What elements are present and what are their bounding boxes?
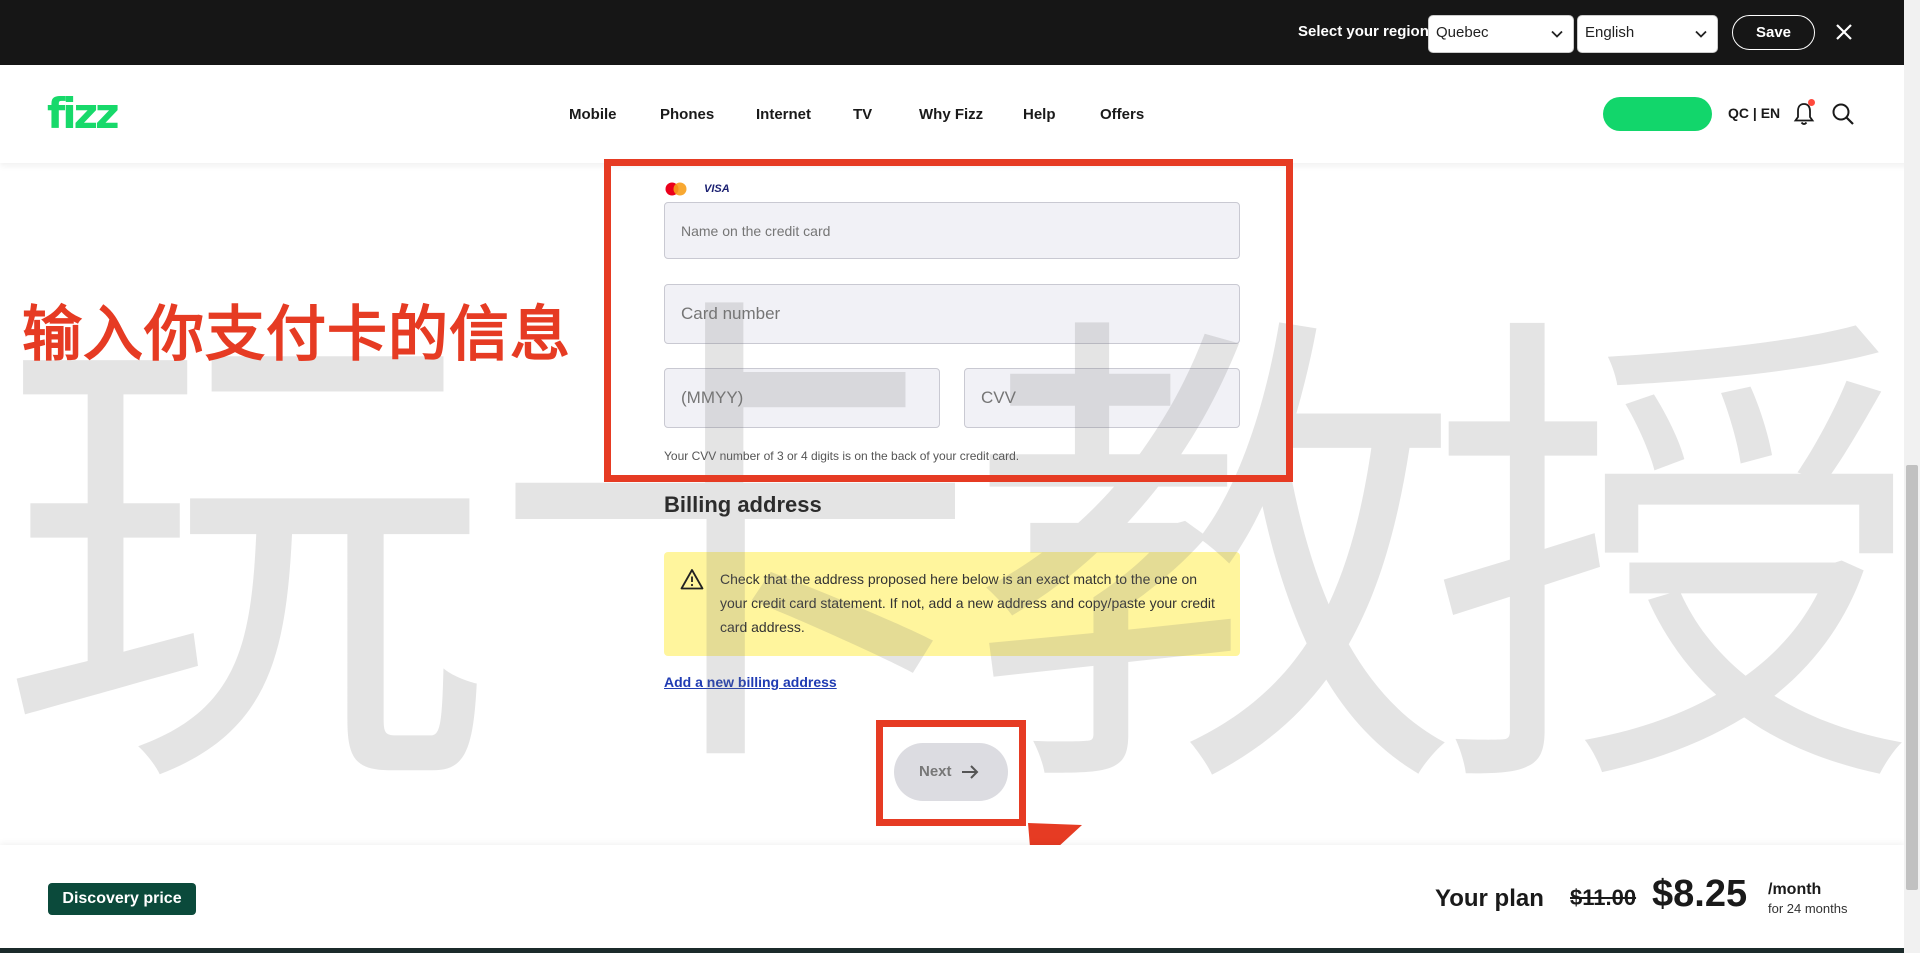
- notification-dot: [1808, 99, 1815, 106]
- plan-summary-bar: Discovery price Your plan $11.00 $8.25 /…: [0, 845, 1904, 953]
- region-label: Select your region: [1298, 23, 1429, 40]
- visa-icon: VISA: [704, 183, 730, 195]
- bottom-strip: [0, 948, 1904, 953]
- fizz-logo[interactable]: fizz: [47, 93, 120, 135]
- nav-offers[interactable]: Offers: [1100, 106, 1144, 123]
- new-price: $8.25: [1652, 873, 1748, 915]
- name-on-card-input[interactable]: [664, 202, 1240, 259]
- cvv-hint: Your CVV number of 3 or 4 digits is on t…: [664, 449, 1020, 463]
- plan-label: Your plan: [1435, 885, 1544, 912]
- region-language-toggle[interactable]: QC | EN: [1728, 105, 1780, 121]
- main-nav: fizz Mobile Phones Internet TV Why Fizz …: [0, 65, 1920, 163]
- watermark-char: 授: [1430, 279, 1920, 850]
- account-button[interactable]: [1603, 97, 1712, 131]
- save-region-button[interactable]: Save: [1732, 15, 1815, 50]
- scrollbar-thumb[interactable]: [1906, 465, 1918, 890]
- billing-notice-text: Check that the address proposed here bel…: [720, 571, 1215, 635]
- mastercard-icon: [665, 182, 687, 196]
- chevron-down-icon: [1695, 30, 1707, 38]
- billing-notice: Check that the address proposed here bel…: [664, 552, 1240, 656]
- discovery-price-badge: Discovery price: [48, 883, 196, 915]
- region-select[interactable]: Quebec: [1428, 15, 1574, 53]
- close-icon[interactable]: [1832, 20, 1856, 44]
- old-price: $11.00: [1570, 885, 1637, 910]
- price-term: for 24 months: [1768, 901, 1848, 916]
- annotation-text: 输入你支付卡的信息: [22, 300, 571, 370]
- warning-icon: [680, 569, 704, 590]
- arrow-right-icon: [962, 765, 979, 779]
- nav-tv[interactable]: TV: [853, 106, 872, 123]
- nav-why-fizz[interactable]: Why Fizz: [919, 106, 983, 123]
- nav-mobile[interactable]: Mobile: [569, 106, 617, 123]
- region-bar: Select your region Quebec English Save: [0, 0, 1920, 65]
- region-select-value: Quebec: [1436, 24, 1489, 41]
- nav-phones[interactable]: Phones: [660, 106, 714, 123]
- language-select[interactable]: English: [1577, 15, 1718, 53]
- watermark-char: 玩: [0, 279, 490, 850]
- next-button-label: Next: [919, 763, 952, 780]
- search-icon[interactable]: [1831, 102, 1855, 126]
- next-button[interactable]: Next: [894, 743, 1008, 801]
- add-billing-address-link[interactable]: Add a new billing address: [664, 674, 837, 690]
- billing-address-title: Billing address: [664, 492, 822, 517]
- cvv-input[interactable]: [964, 368, 1240, 428]
- nav-help[interactable]: Help: [1023, 106, 1056, 123]
- expiry-input[interactable]: [664, 368, 940, 428]
- price-period: /month: [1768, 881, 1822, 898]
- nav-internet[interactable]: Internet: [756, 106, 811, 123]
- language-select-value: English: [1585, 24, 1635, 41]
- card-number-input[interactable]: [664, 284, 1240, 344]
- chevron-down-icon: [1551, 30, 1563, 38]
